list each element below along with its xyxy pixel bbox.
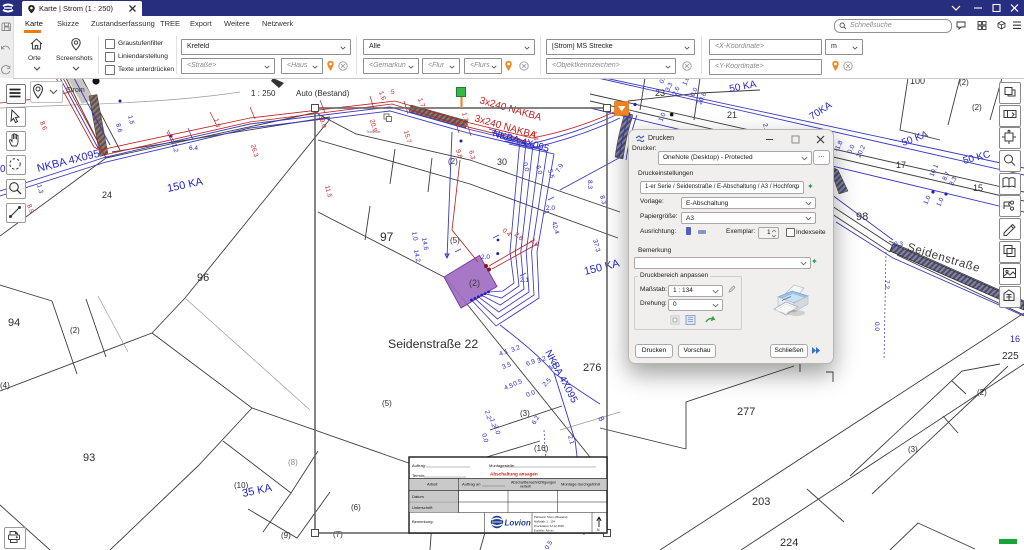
svg-text:30: 30 <box>497 157 507 167</box>
svg-text:2.0: 2.0 <box>546 205 555 212</box>
svg-text:Montagestelle:: Montagestelle: <box>489 463 515 468</box>
svg-text:21: 21 <box>727 110 737 120</box>
svg-text:98: 98 <box>856 211 868 223</box>
svg-text:(3): (3) <box>908 445 918 454</box>
svg-text:24: 24 <box>102 190 112 200</box>
svg-text:Lovion: Lovion <box>505 519 531 528</box>
svg-text:Termin:: Termin: <box>412 473 425 478</box>
svg-text:Arbeit: Arbeit <box>427 482 438 487</box>
svg-text:8.3: 8.3 <box>586 180 593 189</box>
svg-text:0.0: 0.0 <box>873 322 880 331</box>
svg-text:16: 16 <box>1010 334 1020 344</box>
svg-text:Seidenstraße 22: Seidenstraße 22 <box>388 337 478 351</box>
svg-text:Abschaltung ansagen: Abschaltung ansagen <box>490 472 538 477</box>
svg-text:Unterschrift: Unterschrift <box>412 505 433 510</box>
svg-text:15: 15 <box>973 183 983 193</box>
svg-text:17: 17 <box>896 160 906 170</box>
svg-text:(2): (2) <box>469 278 480 288</box>
svg-text:2.1: 2.1 <box>520 277 529 284</box>
svg-text:(9): (9) <box>281 531 291 540</box>
svg-text:93: 93 <box>83 452 95 464</box>
svg-text:2.0: 2.0 <box>481 254 490 261</box>
svg-text:(2): (2) <box>70 326 80 335</box>
svg-text:203: 203 <box>752 496 770 508</box>
svg-text:(6): (6) <box>351 503 361 512</box>
svg-text:(7): (7) <box>333 530 343 539</box>
svg-text:94: 94 <box>8 317 20 329</box>
svg-text:(8): (8) <box>288 458 298 467</box>
svg-text:Planwerk: Strom (Bestand): Planwerk: Strom (Bestand) <box>534 515 567 519</box>
svg-text:(3): (3) <box>520 409 530 418</box>
svg-text:224: 224 <box>780 537 798 549</box>
svg-text:Auftrag an: Auftrag an <box>462 482 480 487</box>
svg-text:Maßstab: 1 : 134: Maßstab: 1 : 134 <box>534 520 555 524</box>
svg-text:Montage durchgeführt: Montage durchgeführt <box>561 482 601 487</box>
svg-text:0.3: 0.3 <box>894 241 903 248</box>
svg-text:277: 277 <box>737 406 755 418</box>
svg-text:Ersteller: Admin: Ersteller: Admin <box>534 529 554 533</box>
svg-text:6.4: 6.4 <box>189 145 198 152</box>
svg-text:Bemerkung:: Bemerkung: <box>412 519 434 524</box>
svg-text:5: 5 <box>391 89 395 96</box>
svg-text:225: 225 <box>1002 351 1019 362</box>
svg-text:Abschaltbenachrichtigungen: Abschaltbenachrichtigungen <box>511 481 556 485</box>
svg-text:(2): (2) <box>959 78 969 87</box>
svg-text:(16): (16) <box>534 444 549 453</box>
svg-text:7.2: 7.2 <box>883 280 890 289</box>
svg-text:97: 97 <box>380 230 394 244</box>
svg-text:276: 276 <box>583 362 601 374</box>
svg-text:Druckdatum:12.12.2025: Druckdatum:12.12.2025 <box>534 524 564 528</box>
svg-text:96: 96 <box>197 272 209 284</box>
svg-text:Datum: Datum <box>412 494 424 499</box>
svg-text:(4): (4) <box>0 381 10 390</box>
svg-text:1 : 250: 1 : 250 <box>251 89 276 98</box>
svg-text:Auftrag:: Auftrag: <box>412 463 426 468</box>
svg-text:verteilt: verteilt <box>520 485 531 489</box>
svg-text:(2): (2) <box>972 103 982 112</box>
svg-text:23: 23 <box>655 88 665 98</box>
svg-text:Auto (Bestand): Auto (Bestand) <box>296 89 350 98</box>
svg-text:(2): (2) <box>977 388 987 397</box>
svg-text:(5): (5) <box>382 399 392 408</box>
svg-text:(5): (5) <box>450 236 460 245</box>
